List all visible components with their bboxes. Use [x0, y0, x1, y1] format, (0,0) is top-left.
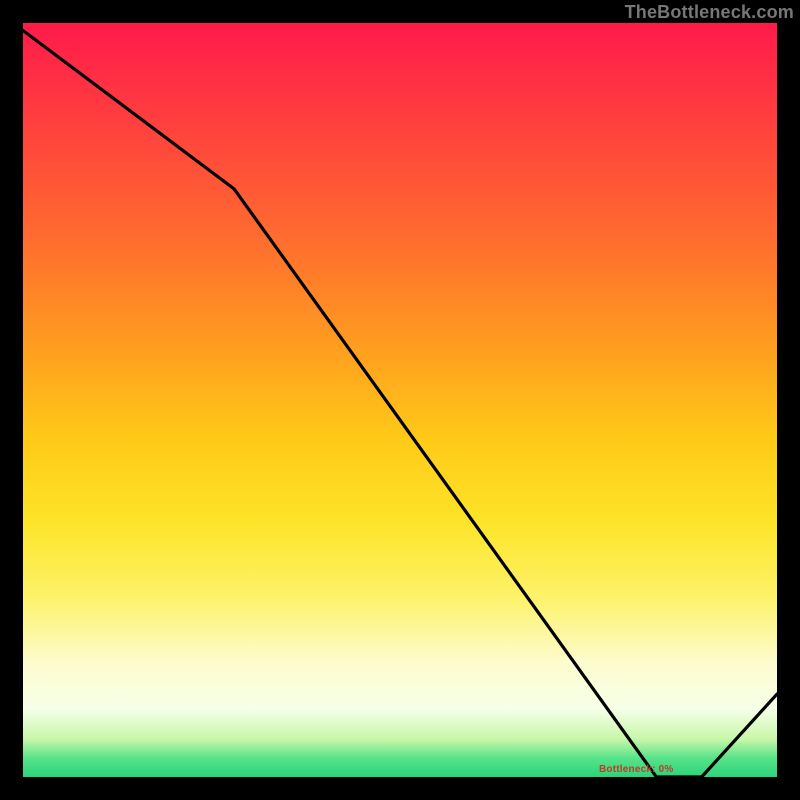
watermark-text: TheBottleneck.com: [625, 2, 794, 23]
chart-line-layer: [23, 23, 777, 777]
optimal-label: Bottleneck: 0%: [599, 764, 674, 775]
chart-frame: Bottleneck: 0%: [23, 23, 777, 777]
bottleneck-curve: [23, 31, 777, 778]
